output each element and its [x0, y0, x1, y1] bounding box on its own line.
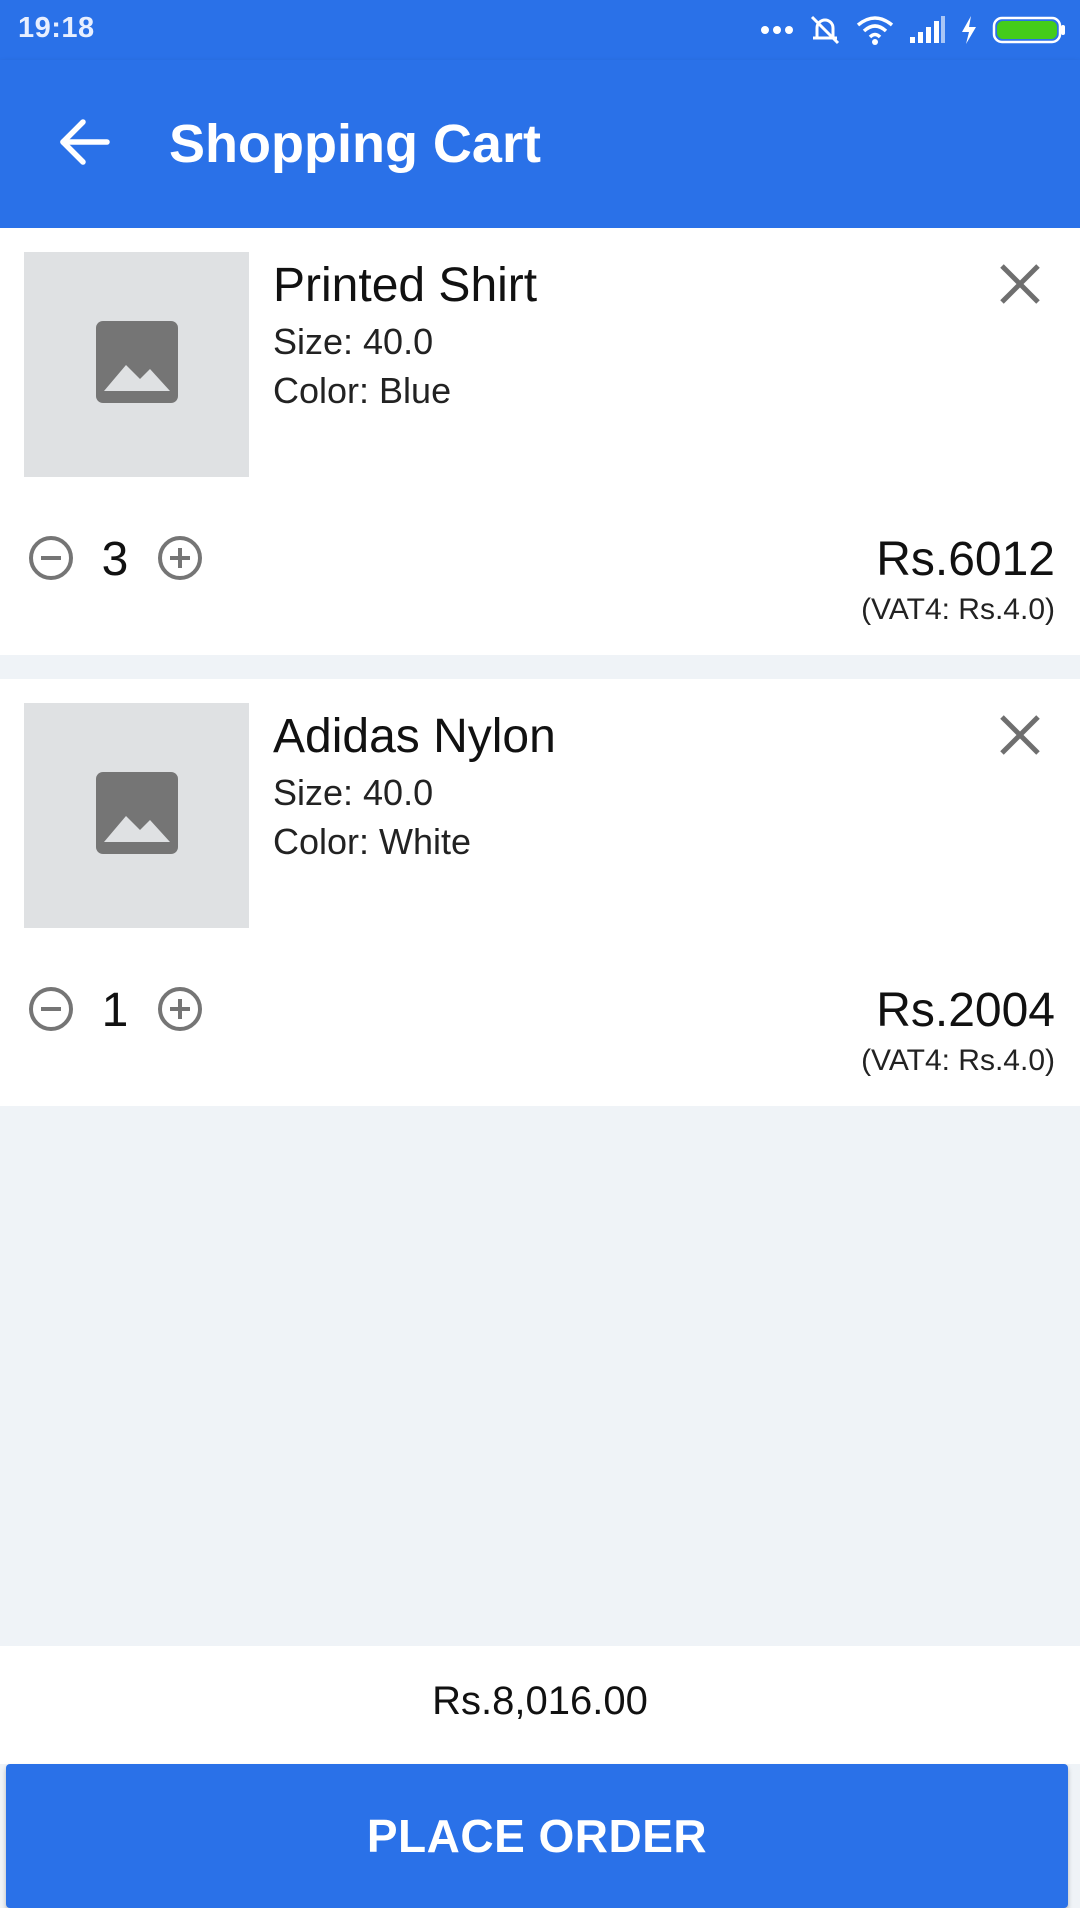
cart-item: Adidas Nylon Size: 40.0 Color: White 1 R…: [0, 679, 1080, 1106]
product-thumbnail[interactable]: [24, 252, 249, 477]
item-price: Rs.6012: [876, 533, 1055, 586]
item-vat: (VAT4: Rs.4.0): [861, 1044, 1055, 1077]
more-dots-icon: [760, 24, 794, 36]
place-order-button[interactable]: PLACE ORDER: [6, 1764, 1068, 1908]
battery-icon: [992, 15, 1066, 45]
app-bar: Shopping Cart: [0, 60, 1080, 228]
quantity-value: 1: [101, 984, 129, 1037]
item-size: Size: 40.0: [273, 772, 434, 813]
item-color: Color: White: [273, 821, 472, 862]
cart-total: Rs.8,016.00: [432, 1679, 648, 1723]
quantity-value: 3: [101, 533, 129, 586]
minus-circle-icon: [27, 534, 75, 587]
close-icon: [998, 262, 1042, 311]
minus-circle-icon: [27, 985, 75, 1038]
item-name: Adidas Nylon: [273, 710, 556, 763]
decrease-quantity-button[interactable]: [24, 533, 78, 587]
bottom-strip: [0, 1908, 1080, 1920]
item-color: Color: Blue: [273, 370, 452, 411]
item-size: Size: 40.0: [273, 321, 434, 362]
charging-bolt-icon: [960, 15, 978, 45]
page-title: Shopping Cart: [169, 114, 541, 174]
increase-quantity-button[interactable]: [153, 533, 207, 587]
back-button[interactable]: [44, 112, 124, 176]
close-icon: [998, 713, 1042, 762]
image-placeholder-icon: [95, 321, 178, 408]
plus-circle-icon: [156, 985, 204, 1038]
remove-item-button[interactable]: [990, 256, 1050, 316]
signal-icon: [908, 15, 946, 45]
arrow-left-icon: [57, 118, 111, 171]
item-name: Printed Shirt: [273, 259, 538, 312]
status-icons: [760, 12, 1066, 48]
remove-item-button[interactable]: [990, 707, 1050, 767]
item-vat: (VAT4: Rs.4.0): [861, 593, 1055, 626]
muted-bell-icon: [808, 13, 842, 47]
status-bar: 19:18: [0, 0, 1080, 60]
decrease-quantity-button[interactable]: [24, 984, 78, 1038]
cart-total-area: Rs.8,016.00: [0, 1646, 1080, 1764]
increase-quantity-button[interactable]: [153, 984, 207, 1038]
item-price: Rs.2004: [876, 984, 1055, 1037]
cart-item: Printed Shirt Size: 40.0 Color: Blue 3 R…: [0, 228, 1080, 655]
image-placeholder-icon: [95, 772, 178, 859]
wifi-icon: [856, 15, 894, 45]
plus-circle-icon: [156, 534, 204, 587]
status-time: 19:18: [18, 12, 95, 44]
product-thumbnail[interactable]: [24, 703, 249, 928]
